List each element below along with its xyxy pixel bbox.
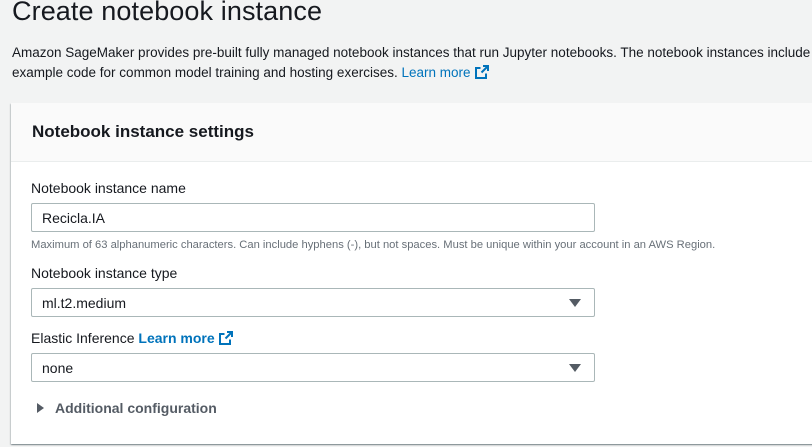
external-link-icon [474,65,489,85]
page-title: Create notebook instance [12,0,323,26]
panel-title: Notebook instance settings [32,122,254,141]
instance-name-input[interactable] [31,203,595,232]
elastic-inference-select[interactable]: none [31,353,595,382]
page-description: Amazon SageMaker provides pre-built full… [12,43,812,85]
instance-type-label: Notebook instance type [31,265,178,281]
instance-type-value: ml.t2.medium [42,295,127,311]
instance-type-select[interactable]: ml.t2.medium [31,288,595,317]
external-link-icon [218,331,233,348]
caret-right-icon [37,403,44,413]
additional-configuration-toggle[interactable]: Additional configuration [37,400,217,416]
elastic-inference-text: Elastic Inference [31,330,135,346]
learn-more-label: Learn more [401,65,471,80]
panel-header: Notebook instance settings [11,103,812,162]
elastic-inference-label: Elastic Inference Learn more [31,330,233,348]
notebook-settings-panel: Notebook instance settings Notebook inst… [11,103,812,444]
elastic-inference-value: none [42,360,74,376]
caret-down-icon [569,364,581,372]
elastic-inference-learn-more-link[interactable]: Learn more [138,330,233,348]
caret-down-icon [569,299,581,307]
instance-name-label: Notebook instance name [31,180,186,196]
additional-configuration-label: Additional configuration [55,400,217,416]
elastic-inference-learn-more-label: Learn more [138,330,215,346]
instance-name-hint: Maximum of 63 alphanumeric characters. C… [31,239,716,251]
learn-more-link[interactable]: Learn more [401,65,489,80]
